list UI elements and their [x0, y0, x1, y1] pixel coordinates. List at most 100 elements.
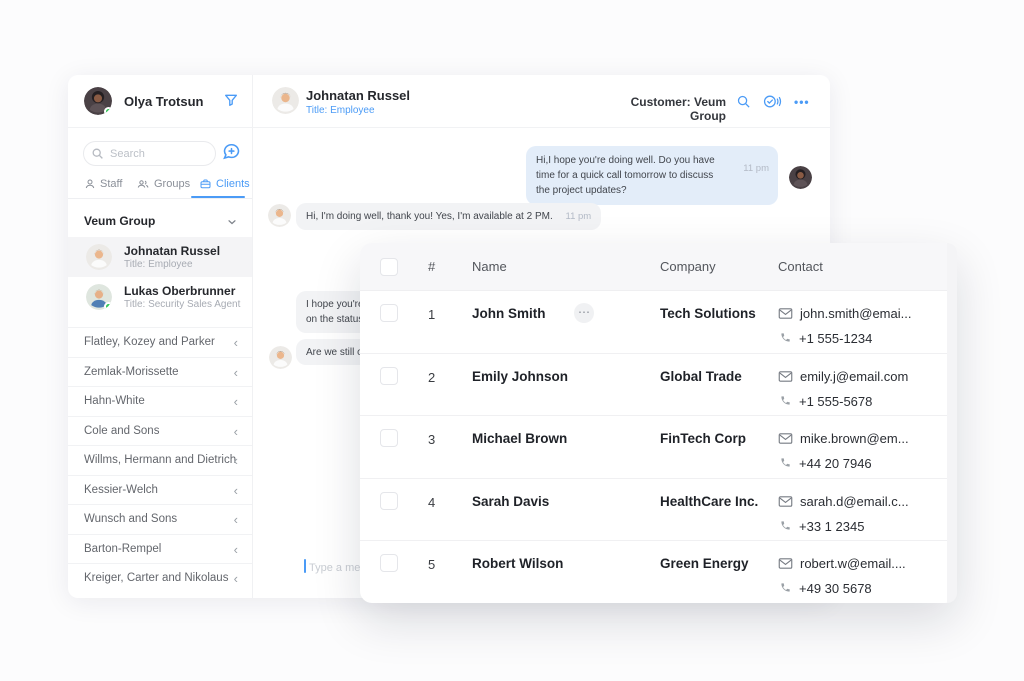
contact-name: Sarah Davis	[472, 494, 549, 509]
avatar	[84, 87, 112, 115]
table-row[interactable]: 5 Robert Wilson Green Energy robert.w@em…	[360, 540, 957, 603]
tab-groups[interactable]: Groups	[136, 178, 190, 190]
phone-icon	[780, 395, 791, 406]
tab-staff[interactable]: Staff	[84, 178, 122, 190]
email-icon	[778, 307, 793, 320]
company-name: Hahn-White	[84, 395, 145, 407]
customer-label: Customer: Veum Group	[608, 95, 726, 123]
row-number: 4	[428, 495, 435, 510]
table-row[interactable]: 4 Sarah Davis HealthCare Inc. sarah.d@em…	[360, 478, 957, 541]
tab-groups-label: Groups	[154, 178, 190, 190]
chevron-left-icon: ‹	[234, 394, 238, 409]
chevron-down-icon[interactable]	[226, 216, 238, 228]
chat-search-icon[interactable]	[736, 94, 751, 109]
company-name: Zemlak-Morissette	[84, 366, 179, 378]
active-tab-underline	[191, 196, 245, 198]
select-all-checkbox[interactable]	[380, 258, 398, 276]
people-icon	[136, 178, 150, 190]
table-header: # Name Company Contact	[360, 243, 957, 291]
company-item[interactable]: Barton-Rempel‹	[68, 534, 252, 564]
contact-company: HealthCare Inc.	[660, 494, 758, 509]
more-options-icon[interactable]: •••	[794, 95, 810, 109]
tab-clients[interactable]: Clients	[199, 178, 250, 190]
table-row[interactable]: 2 Emily Johnson Global Trade emily.j@ema…	[360, 353, 957, 416]
company-item[interactable]: Hahn-White ‹	[68, 386, 252, 416]
new-chat-icon[interactable]	[221, 141, 242, 162]
row-checkbox[interactable]	[380, 367, 398, 385]
header-divider	[68, 127, 830, 128]
contact-phone: +1 555-5678	[799, 394, 872, 409]
member-item-johnatan[interactable]: Johnatan Russel Title: Employee	[68, 237, 252, 277]
mark-read-icon[interactable]	[762, 93, 782, 110]
search-icon	[91, 147, 104, 160]
client-company-list: Flatley, Kozey and Parker‹ Zemlak-Moriss…	[68, 327, 252, 593]
contact-email: sarah.d@email.c...	[800, 494, 909, 509]
email-icon	[778, 432, 793, 445]
company-item[interactable]: Wunsch and Sons‹	[68, 504, 252, 534]
avatar	[86, 284, 112, 310]
contact-company: Global Trade	[660, 369, 742, 384]
chevron-left-icon: ‹	[234, 424, 238, 439]
phone-icon	[780, 332, 791, 343]
chat-peer-title: Title: Employee	[306, 105, 375, 116]
contact-company: Tech Solutions	[660, 306, 756, 321]
col-num: #	[428, 259, 435, 274]
person-icon	[84, 178, 96, 190]
company-name: Wunsch and Sons	[84, 513, 177, 525]
message-text: Hi, I'm doing well, thank you! Yes, I'm …	[306, 211, 553, 222]
row-number: 3	[428, 432, 435, 447]
email-icon	[778, 370, 793, 383]
company-item[interactable]: Cole and Sons ‹	[68, 416, 252, 446]
chevron-left-icon: ‹	[234, 453, 238, 468]
company-name: Flatley, Kozey and Parker	[84, 336, 215, 348]
row-number: 5	[428, 557, 435, 572]
tab-clients-label: Clients	[216, 178, 250, 190]
company-item[interactable]: Kessier-Welch‹	[68, 475, 252, 505]
avatar	[269, 346, 292, 369]
member-name: Lukas Oberbrunner	[124, 284, 235, 298]
message-time: 11 pm	[566, 211, 592, 222]
contacts-table: # Name Company Contact 1 John Smith ⋯ Te…	[360, 243, 957, 603]
company-item[interactable]: Kreiger, Carter and Nikolaus‹	[68, 563, 252, 593]
status-dot	[104, 302, 112, 310]
contact-email: mike.brown@em...	[800, 431, 909, 446]
avatar	[272, 87, 299, 114]
contact-phone: +33 1 2345	[799, 519, 864, 534]
col-name: Name	[472, 259, 507, 274]
company-name: Cole and Sons	[84, 425, 159, 437]
member-title: Title: Security Sales Agent	[124, 299, 240, 310]
status-dot	[104, 107, 112, 115]
member-title: Title: Employee	[124, 259, 193, 270]
message-bubble-incoming: Hi, I'm doing well, thank you! Yes, I'm …	[296, 203, 601, 230]
company-item[interactable]: Willms, Hermann and Dietrich‹	[68, 445, 252, 475]
tab-staff-label: Staff	[100, 178, 122, 190]
company-item[interactable]: Flatley, Kozey and Parker‹	[68, 327, 252, 357]
member-name: Johnatan Russel	[124, 244, 220, 258]
row-checkbox[interactable]	[380, 304, 398, 322]
briefcase-icon	[199, 178, 212, 190]
group-name: Veum Group	[84, 214, 155, 228]
table-row[interactable]: 3 Michael Brown FinTech Corp mike.brown@…	[360, 415, 957, 478]
filter-icon[interactable]	[223, 92, 239, 108]
text-cursor	[304, 559, 306, 573]
contact-name: Michael Brown	[472, 431, 567, 446]
member-item-lukas[interactable]: Lukas Oberbrunner Title: Security Sales …	[68, 277, 252, 317]
row-number: 2	[428, 370, 435, 385]
contact-name: Robert Wilson	[472, 556, 563, 571]
company-name: Kessier-Welch	[84, 484, 158, 496]
row-checkbox[interactable]	[380, 492, 398, 510]
contact-phone: +44 20 7946	[799, 456, 872, 471]
table-row[interactable]: 1 John Smith ⋯ Tech Solutions john.smith…	[360, 291, 957, 353]
table-scrollbar[interactable]	[947, 243, 957, 603]
row-menu-icon[interactable]: ⋯	[574, 303, 594, 323]
contact-email: john.smith@emai...	[800, 306, 911, 321]
row-checkbox[interactable]	[380, 429, 398, 447]
company-item[interactable]: Zemlak-Morissette‹	[68, 357, 252, 387]
current-user-name: Olya Trotsun	[124, 94, 203, 109]
avatar	[268, 204, 291, 227]
phone-icon	[780, 582, 791, 593]
row-checkbox[interactable]	[380, 554, 398, 572]
phone-icon	[780, 457, 791, 468]
contact-email: robert.w@email....	[800, 556, 906, 571]
company-name: Barton-Rempel	[84, 543, 161, 555]
